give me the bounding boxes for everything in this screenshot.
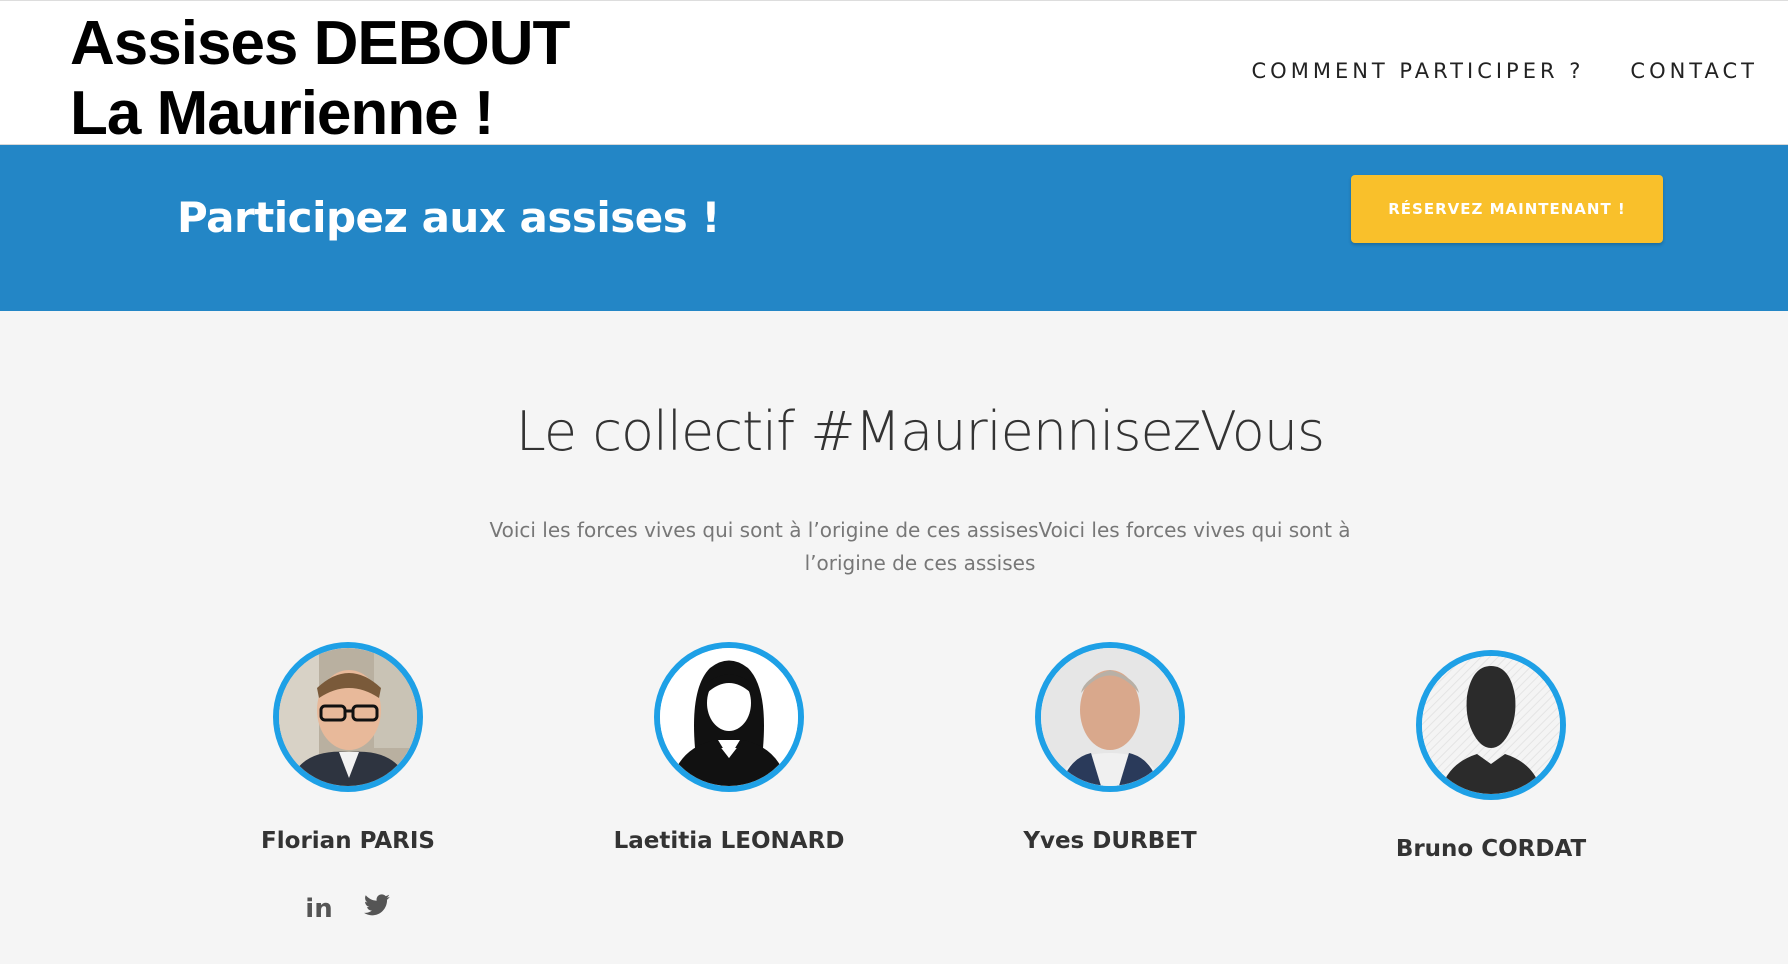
- nav-contact[interactable]: CONTACT: [1630, 59, 1758, 83]
- member-name: Laetitia LEONARD: [613, 828, 845, 854]
- member-photo: [279, 648, 417, 786]
- member-card: Bruno CORDAT: [1341, 650, 1641, 862]
- member-name: Yves DURBET: [1023, 828, 1197, 854]
- member-card: Yves DURBET: [960, 642, 1260, 854]
- member-avatar: [1416, 650, 1566, 800]
- main-nav: COMMENT PARTICIPER ? CONTACT: [1252, 59, 1758, 83]
- logo-line-1: Assises DEBOUT: [70, 9, 570, 78]
- member-name: Bruno CORDAT: [1395, 836, 1587, 862]
- reserve-button[interactable]: RÉSERVEZ MAINTENANT !: [1351, 175, 1663, 243]
- linkedin-icon[interactable]: in: [305, 894, 332, 925]
- site-header: Assises DEBOUT La Maurienne ! COMMENT PA…: [0, 0, 1788, 148]
- section-subtitle: Voici les forces vives qui sont à l’orig…: [489, 518, 1351, 575]
- nav-comment-participer[interactable]: COMMENT PARTICIPER ?: [1252, 59, 1585, 83]
- member-socials: in: [198, 894, 498, 925]
- twitter-icon[interactable]: [363, 894, 391, 925]
- section-title: Le collectif #MauriennisezVous: [515, 400, 1325, 463]
- female-silhouette-icon: [660, 648, 798, 786]
- member-card: Laetitia LEONARD: [579, 642, 879, 854]
- member-name: Florian PARIS: [261, 828, 435, 854]
- site-logo[interactable]: Assises DEBOUT La Maurienne !: [70, 9, 570, 149]
- member-avatar: [654, 642, 804, 792]
- cta-banner: Participez aux assises ! RÉSERVEZ MAINTE…: [0, 145, 1788, 311]
- banner-title: Participez aux assises !: [177, 193, 721, 242]
- member-card: Florian PARIS in: [198, 642, 498, 925]
- logo-line-2: La Maurienne !: [70, 79, 495, 148]
- member-avatar: [1035, 642, 1185, 792]
- member-avatar: [273, 642, 423, 792]
- male-silhouette-icon: [1422, 656, 1560, 794]
- member-photo: [1041, 648, 1179, 786]
